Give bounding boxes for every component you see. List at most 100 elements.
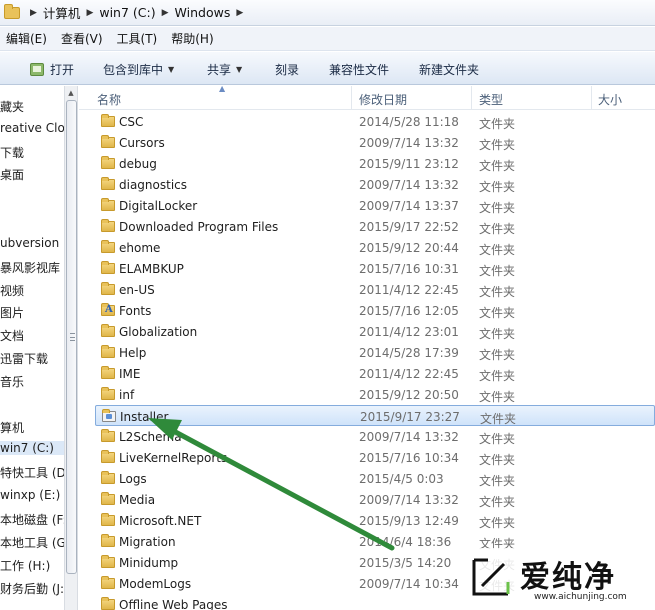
column-divider[interactable] (591, 86, 592, 110)
folder-icon (101, 114, 115, 127)
share-button[interactable]: 共享 ▼ (207, 61, 242, 78)
folder-icon (101, 261, 115, 274)
file-type: 文件夹 (479, 138, 516, 152)
chevron-right-icon[interactable]: ▶ (162, 8, 169, 18)
file-modified-date: 2009/7/14 13:32 (359, 136, 459, 150)
include-in-library-button[interactable]: 包含到库中 ▼ (103, 61, 174, 78)
file-row[interactable]: ELAMBKUP 2015/7/16 10:31 文件夹 (95, 258, 655, 279)
breadcrumb-drive-c[interactable]: win7 (C:) (99, 5, 155, 20)
folder-icon (101, 156, 115, 169)
file-row[interactable]: Fonts 2015/7/16 12:05 文件夹 (95, 300, 655, 321)
sidebar-scrollbar[interactable]: ▲ (64, 86, 78, 610)
sidebar-item-xunlei[interactable]: 迅雷下载 (0, 350, 48, 367)
sidebar-item-desktop[interactable]: 桌面 (0, 166, 24, 183)
address-bar[interactable]: ▶ 计算机 ▶ win7 (C:) ▶ Windows ▶ (0, 0, 655, 26)
share-label: 共享 (207, 63, 232, 77)
breadcrumb-computer[interactable]: 计算机 (43, 3, 81, 22)
column-divider[interactable] (351, 86, 352, 110)
file-modified-date: 2015/4/5 0:03 (359, 472, 444, 486)
sidebar-item-win7-c[interactable]: win7 (C:) (0, 441, 64, 455)
file-modified-date: 2009/7/14 13:32 (359, 178, 459, 192)
watermark: 爱纯净 www.aichunjing.com (462, 548, 655, 610)
menu-view[interactable]: 查看(V) (61, 30, 103, 47)
sidebar-item-favorites[interactable]: 藏夹 (0, 98, 24, 115)
sidebar-item-computer[interactable]: 算机 (0, 419, 24, 436)
sidebar-item-drive-f[interactable]: 本地磁盘 (F:) (0, 511, 64, 528)
file-row[interactable]: diagnostics 2009/7/14 13:32 文件夹 (95, 174, 655, 195)
menu-help[interactable]: 帮助(H) (171, 30, 213, 47)
sidebar-item-drive-h[interactable]: 工作 (H:) (0, 557, 50, 574)
column-name[interactable]: 名称 (97, 91, 121, 108)
compatibility-files-button[interactable]: 兼容性文件 (329, 61, 389, 78)
file-modified-date: 2015/9/17 23:27 (360, 410, 460, 424)
sidebar-item-subversion[interactable]: ubversion (0, 236, 59, 250)
chevron-right-icon[interactable]: ▶ (30, 8, 37, 18)
file-name: ModemLogs (119, 577, 192, 591)
folder-icon (101, 450, 115, 463)
file-name: ehome (119, 241, 161, 255)
sidebar-item-documents[interactable]: 文档 (0, 327, 24, 344)
file-row[interactable]: ehome 2015/9/12 20:44 文件夹 (95, 237, 655, 258)
chevron-right-icon[interactable]: ▶ (236, 8, 243, 18)
sidebar-item-creative-cloud[interactable]: reative Clo (0, 121, 64, 135)
column-divider[interactable] (471, 86, 472, 110)
breadcrumb-windows[interactable]: Windows (175, 5, 231, 20)
file-row[interactable]: Cursors 2009/7/14 13:32 文件夹 (95, 132, 655, 153)
new-folder-button[interactable]: 新建文件夹 (419, 61, 479, 78)
open-label: 打开 (50, 63, 75, 77)
column-modified[interactable]: 修改日期 (359, 91, 407, 108)
open-button[interactable]: 打开 (30, 61, 74, 78)
file-type: 文件夹 (479, 495, 516, 509)
folder-icon (101, 387, 115, 400)
folder-icon (101, 219, 115, 232)
burn-label: 刻录 (275, 63, 300, 77)
file-name: en-US (119, 283, 155, 297)
file-name: Media (119, 493, 156, 507)
file-name: Cursors (119, 136, 165, 150)
command-toolbar: 打开 包含到库中 ▼ 共享 ▼ 刻录 兼容性文件 新建文件夹 (0, 52, 655, 85)
file-row[interactable]: Help 2014/5/28 17:39 文件夹 (95, 342, 655, 363)
menu-edit[interactable]: 编辑(E) (6, 30, 47, 47)
file-row[interactable]: DigitalLocker 2009/7/14 13:37 文件夹 (95, 195, 655, 216)
file-row[interactable]: Logs 2015/4/5 0:03 文件夹 (95, 468, 655, 489)
file-modified-date: 2015/9/12 20:50 (359, 388, 459, 402)
file-row[interactable]: en-US 2011/4/12 22:45 文件夹 (95, 279, 655, 300)
burn-button[interactable]: 刻录 (275, 61, 299, 78)
include-in-library-label: 包含到库中 (103, 63, 164, 77)
file-row[interactable]: CSC 2014/5/28 11:18 文件夹 (95, 111, 655, 132)
file-row[interactable]: Media 2009/7/14 13:32 文件夹 (95, 489, 655, 510)
folder-icon (101, 324, 115, 337)
scrollbar-thumb[interactable] (66, 100, 77, 574)
file-name: Globalization (119, 325, 198, 339)
file-row[interactable]: Downloaded Program Files 2015/9/17 22:52 文… (95, 216, 655, 237)
file-modified-date: 2011/4/12 23:01 (359, 325, 459, 339)
file-type: 文件夹 (479, 516, 516, 530)
column-size[interactable]: 大小 (598, 91, 622, 108)
file-row[interactable]: debug 2015/9/11 23:12 文件夹 (95, 153, 655, 174)
file-row[interactable]: inf 2015/9/12 20:50 文件夹 (95, 384, 655, 405)
sidebar-item-videos[interactable]: 视频 (0, 282, 24, 299)
chevron-right-icon[interactable]: ▶ (86, 8, 93, 18)
file-row[interactable]: LiveKernelReports 2015/7/16 10:34 文件夹 (95, 447, 655, 468)
file-row[interactable]: Globalization 2011/4/12 23:01 文件夹 (95, 321, 655, 342)
sidebar-item-music[interactable]: 音乐 (0, 373, 24, 390)
column-type[interactable]: 类型 (479, 91, 503, 108)
sidebar-item-pictures[interactable]: 图片 (0, 304, 24, 321)
sidebar-item-downloads[interactable]: 下载 (0, 144, 24, 161)
file-row[interactable]: IME 2011/4/12 22:45 文件夹 (95, 363, 655, 384)
file-modified-date: 2009/7/14 10:34 (359, 577, 459, 591)
sidebar-item-drive-g[interactable]: 本地工具 (G: (0, 534, 64, 551)
sidebar-item-drive-d[interactable]: 特快工具 (D: (0, 464, 64, 481)
file-row[interactable]: Microsoft.NET 2015/9/13 12:49 文件夹 (95, 510, 655, 531)
sidebar-item-baofeng[interactable]: 暴风影视库 (0, 259, 60, 276)
scroll-up-icon[interactable]: ▲ (65, 86, 77, 100)
sidebar-item-drive-e[interactable]: winxp (E:) (0, 488, 60, 502)
file-type: 文件夹 (479, 264, 516, 278)
menu-tools[interactable]: 工具(T) (117, 30, 158, 47)
file-row[interactable]: L2Schema 2009/7/14 13:32 文件夹 (95, 426, 655, 447)
sidebar-item-drive-j[interactable]: 财务后勤 (J:) (0, 580, 64, 597)
file-modified-date: 2015/3/5 14:20 (359, 556, 452, 570)
navigation-pane: 藏夹 reative Clo 下载 桌面 ubversion 暴风影视库 视频 … (0, 86, 64, 610)
file-name: Minidump (119, 556, 179, 570)
file-row[interactable]: Installer 2015/9/17 23:27 文件夹 (95, 405, 655, 426)
